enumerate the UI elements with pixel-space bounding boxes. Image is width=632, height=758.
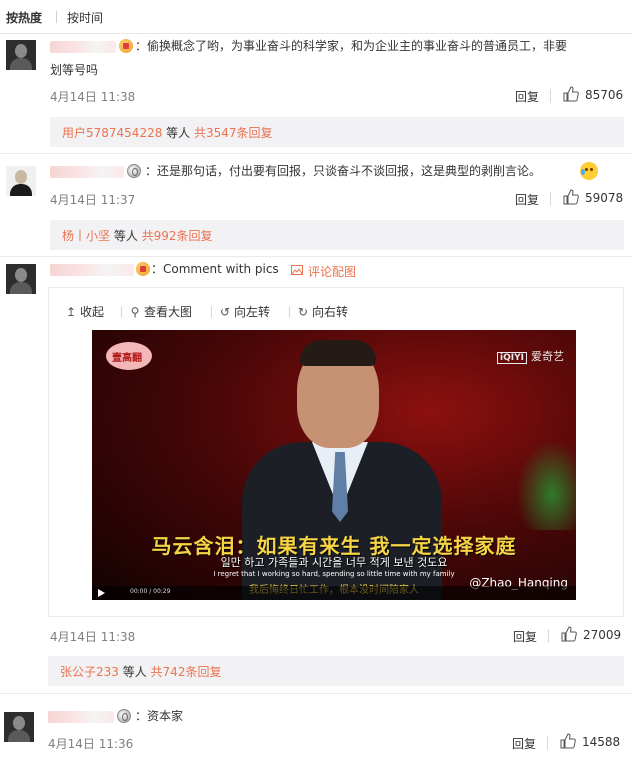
thumbs-up-icon[interactable] [563,86,579,102]
rotate-right-button[interactable]: ↻ 向右转 [297,303,348,320]
sweat-smile-emoji-icon [580,162,598,180]
divider [289,306,290,318]
comment-picture-link[interactable]: 评论配图 [308,263,356,280]
video-player[interactable]: 壹高翻 iQIYI 爱奇艺 马云含泪：如果有来生 我一定选择家庭 일만 하고 가족… [92,330,576,600]
video-subtitle-kr: 일만 하고 가족들과 시간을 너무 적게 보낸 것도요 [220,556,448,569]
reply-button[interactable]: 回复 [512,735,536,752]
divider [211,306,212,318]
like-count[interactable]: 59078 [585,191,623,205]
vip-badge-icon [136,262,150,276]
sort-by-hot-tab[interactable]: 按热度 [6,9,42,26]
sort-by-time-tab[interactable]: 按时间 [67,9,103,26]
reply-count-link[interactable]: 共742条回复 [151,665,222,679]
reply-etc: 等人 [162,126,194,140]
separator [0,256,632,257]
reply-button[interactable]: 回复 [515,191,539,208]
video-controls[interactable]: 00:00 / 00:29 [92,586,576,600]
plant-decoration [516,440,576,530]
sort-bar: 按热度 按时间 [0,0,632,34]
iqiyi-logo: iQIYI 爱奇艺 [497,348,564,364]
video-time: 00:00 / 00:29 [130,588,171,595]
avatar[interactable] [6,40,36,70]
reply-button[interactable]: 回复 [513,628,537,645]
divider [550,89,551,103]
arrow-up-icon: ↥ [65,305,77,319]
rotate-right-icon: ↻ [297,305,309,319]
reply-etc: 等人 [110,229,142,243]
comment-time: 4月14日 11:37 [50,193,136,207]
comment-time: 4月14日 11:38 [50,630,136,644]
comment-text: ：资本家 [135,709,184,723]
image-icon [291,265,303,275]
username-redacted[interactable] [50,41,116,53]
collapse-label: 收起 [80,305,105,319]
reply-user-link[interactable]: 用户5787454228 [62,126,162,140]
sort-divider [56,11,57,23]
collapse-button[interactable]: ↥ 收起 [65,303,104,320]
avatar[interactable] [4,712,34,742]
divider [550,192,551,206]
reply-count-link[interactable]: 共3547条回复 [194,126,273,140]
separator [0,153,632,154]
magnifier-icon: ⚲ [130,305,140,319]
view-large-button[interactable]: ⚲ 查看大图 [129,303,192,320]
reply-preview[interactable]: 张公子233 等人 共742条回复 [48,656,624,686]
username-redacted[interactable] [50,166,124,178]
play-icon[interactable] [98,589,105,597]
avatar[interactable] [6,166,36,196]
username-redacted[interactable] [48,711,114,723]
reply-user-link[interactable]: 张公子233 [60,665,119,679]
comment-time: 4月14日 11:36 [48,737,134,751]
rotate-left-label: 向左转 [234,305,271,319]
view-large-label: 查看大图 [144,305,193,319]
comment-text: ：Comment with pics [151,262,279,276]
comment-text-cont: 划等号吗 [50,63,99,77]
thumbs-up-icon[interactable] [560,733,576,749]
reply-preview[interactable]: 杨丨小坚 等人 共992条回复 [50,220,624,250]
thumbs-up-icon[interactable] [563,189,579,205]
divider [548,629,549,643]
show-logo: 壹高翻 [106,342,152,370]
reply-user-link[interactable]: 杨丨小坚 [62,229,110,243]
reply-count-link[interactable]: 共992条回复 [142,229,213,243]
rotate-left-icon: ↺ [219,305,231,319]
like-count[interactable]: 27009 [583,628,621,642]
like-count[interactable]: 85706 [585,88,623,102]
username-redacted[interactable] [50,264,134,276]
reply-preview[interactable]: 用户5787454228 等人 共3547条回复 [50,117,624,147]
vip-badge-icon [119,39,133,53]
comment-text: ：偷换概念了哟，为事业奋斗的科学家，和为企业主的事业奋斗的普通员工，非要 [135,39,568,53]
picture-viewer: ↥ 收起 ⚲ 查看大图 ↺ 向左转 ↻ 向右转 壹高翻 iQIYI 爱奇艺 马云含泪：如果… [48,287,624,617]
avatar[interactable] [6,264,36,294]
separator [0,693,632,694]
comment-time: 4月14日 11:38 [50,90,136,104]
divider [547,736,548,750]
like-count[interactable]: 14588 [582,735,620,749]
rotate-left-button[interactable]: ↺ 向左转 [219,303,270,320]
reply-etc: 等人 [118,665,151,679]
thumbs-up-icon[interactable] [561,626,577,642]
member-badge-icon [117,709,131,723]
reply-button[interactable]: 回复 [515,88,539,105]
member-badge-icon [127,164,141,178]
rotate-right-label: 向右转 [312,305,349,319]
divider [121,306,122,318]
comment-text: ：还是那句话，付出要有回报，只谈奋斗不谈回报，这是典型的剥削言论。 [145,164,542,178]
